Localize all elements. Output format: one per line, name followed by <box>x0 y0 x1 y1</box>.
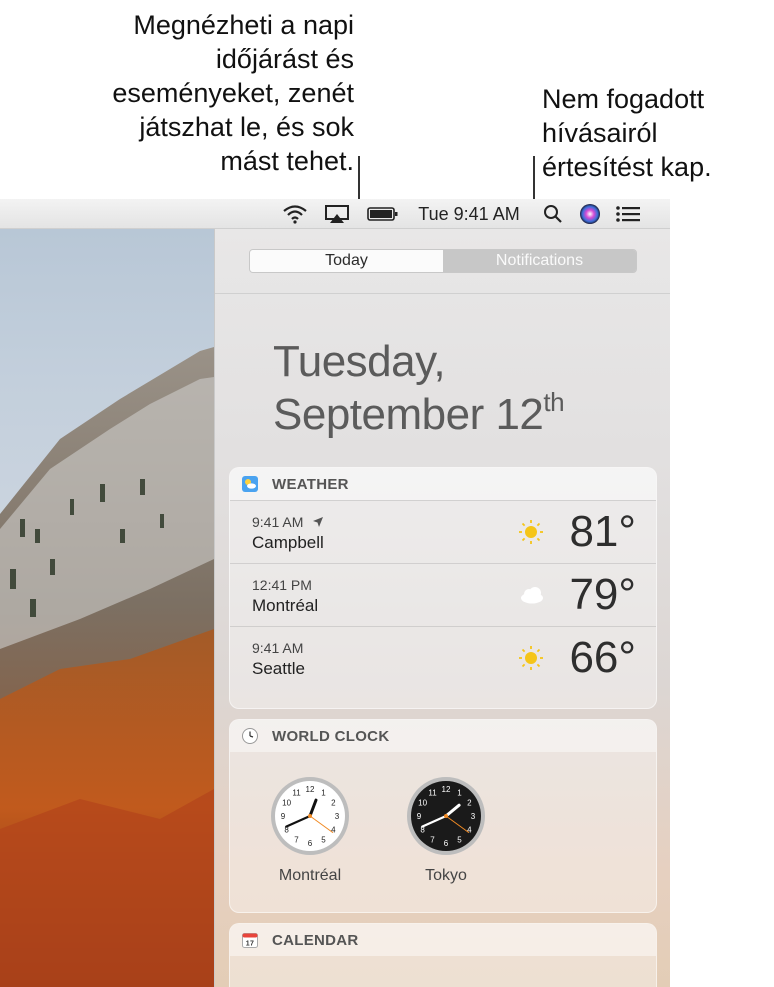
clock-numeral: 11 <box>292 789 301 798</box>
tab-today[interactable]: Today <box>250 250 443 272</box>
world-clock-widget[interactable]: WORLD CLOCK 1 2 3 4 5 6 7 8 9 10 11 12 Montréal 123… <box>229 719 657 913</box>
weather-temperature: 66° <box>569 633 636 682</box>
menu-bar-clock[interactable]: Tue 9:41 AM <box>410 199 528 229</box>
clock-numeral: 6 <box>444 839 449 848</box>
callout-today-line: időjárást és <box>215 44 354 74</box>
clock-numeral: 7 <box>430 835 435 844</box>
clock-numeral: 9 <box>281 812 286 821</box>
weather-row[interactable]: 12:41 PM Montréal 79° <box>230 563 656 626</box>
weather-local-time: 12:41 PM <box>252 577 312 593</box>
clock-numeral: 7 <box>294 835 299 844</box>
battery-icon[interactable] <box>366 199 400 229</box>
callout-today: Megnézheti a napi időjárást és események… <box>112 8 354 178</box>
date-ordinal-suffix: th <box>543 387 565 417</box>
tab-notifications[interactable]: Notifications <box>443 250 636 272</box>
clock-numeral: 6 <box>308 839 313 848</box>
weather-city: Campbell <box>252 533 324 552</box>
svg-text:17: 17 <box>246 941 254 948</box>
clock-numeral: 4 <box>331 826 336 835</box>
menu-bar: Tue 9:41 AM <box>0 199 670 229</box>
callout-notifications-line: Nem fogadott <box>542 84 705 114</box>
analog-clock-icon: 1234567891011 12 <box>271 777 349 855</box>
date-weekday: Tuesday, <box>273 337 446 386</box>
clock-numeral: 5 <box>321 835 326 844</box>
date-month-day-text: September 12 <box>273 390 544 439</box>
clock-numeral: 10 <box>418 799 427 808</box>
weather-row[interactable]: 9:41 AM Seattle 66° <box>230 626 656 689</box>
weather-city: Montréal <box>252 596 319 615</box>
weather-time-text: 9:41 AM <box>252 514 304 530</box>
callout-today-line: Megnézheti a napi <box>133 10 354 40</box>
analog-clock-icon: 1234567891011 12 <box>407 777 485 855</box>
sun-icon <box>518 519 544 545</box>
clock-numeral: 3 <box>471 812 476 821</box>
weather-local-time: 9:41 AM <box>252 514 324 530</box>
clock-numeral: 9 <box>417 812 422 821</box>
clock-numeral: 2 <box>331 799 336 808</box>
calendar-app-icon: 17 <box>242 932 258 948</box>
siri-icon[interactable] <box>576 199 604 229</box>
clock-center-pin <box>308 814 312 818</box>
weather-widget-title: WEATHER <box>272 475 349 493</box>
weather-widget[interactable]: WEATHER 9:41 AM Campbell 81° 12:41 PM Mo… <box>229 467 657 709</box>
clock-numeral: 11 <box>428 789 437 798</box>
sun-icon <box>518 645 544 671</box>
spotlight-search-icon[interactable] <box>540 199 566 229</box>
cloud-icon <box>518 582 544 608</box>
callout-notifications: Nem fogadott hívásairól értesítést kap. <box>542 82 712 184</box>
clock-numeral: 12 <box>306 785 315 794</box>
wifi-icon[interactable] <box>280 199 310 229</box>
airplay-icon[interactable] <box>322 199 352 229</box>
notification-center-panel: Today Notifications Tuesday, September 1… <box>214 229 670 987</box>
world-clock-item[interactable]: 1 2 3 4 5 6 7 8 9 10 11 12 Montréal <box>260 776 360 885</box>
callout-today-line: eseményeket, zenét <box>112 78 354 108</box>
callout-today-line: mást tehet. <box>220 146 354 176</box>
calendar-widget-title: CALENDAR <box>272 931 359 949</box>
clock-center-pin <box>444 814 448 818</box>
clock-numeral: 4 <box>467 826 472 835</box>
world-clock-city: Montréal <box>278 867 342 884</box>
world-clock-item[interactable]: 1 2 3 4 5 6 7 8 9 10 11 12 Tokyo <box>396 776 496 885</box>
notification-center-icon[interactable] <box>612 199 644 229</box>
weather-row[interactable]: 9:41 AM Campbell 81° <box>230 500 656 563</box>
callout-notifications-line: értesítést kap. <box>542 152 712 182</box>
clock-numeral: 12 <box>442 785 451 794</box>
weather-widget-header: WEATHER <box>230 468 656 500</box>
callout-today-line: játszhat le, és sok <box>139 112 354 142</box>
world-clock-widget-header: WORLD CLOCK <box>230 720 656 752</box>
weather-local-time: 9:41 AM <box>252 640 304 656</box>
weather-temperature: 79° <box>569 570 636 619</box>
desktop-wallpaper <box>0 229 214 987</box>
callout-notifications-line: hívásairól <box>542 118 658 148</box>
clock-numeral: 5 <box>457 835 462 844</box>
weather-city: Seattle <box>252 659 305 678</box>
clock-numeral: 1 <box>321 789 326 798</box>
location-arrow-icon <box>313 514 324 530</box>
world-clock-city: Tokyo <box>425 867 467 884</box>
calendar-widget[interactable]: 17 CALENDAR <box>229 923 657 987</box>
weather-app-icon <box>242 476 258 492</box>
panel-divider <box>215 293 670 294</box>
date-month-day: September 12th <box>273 387 565 440</box>
clock-numeral: 2 <box>467 799 472 808</box>
clock-numeral: 3 <box>335 812 340 821</box>
weather-temperature: 81° <box>569 507 636 556</box>
view-switcher: Today Notifications <box>249 249 637 273</box>
clock-numeral: 1 <box>457 789 462 798</box>
clock-numeral: 10 <box>282 799 291 808</box>
calendar-widget-header: 17 CALENDAR <box>230 924 656 956</box>
world-clock-widget-title: WORLD CLOCK <box>272 727 390 745</box>
clock-app-icon <box>242 728 258 744</box>
